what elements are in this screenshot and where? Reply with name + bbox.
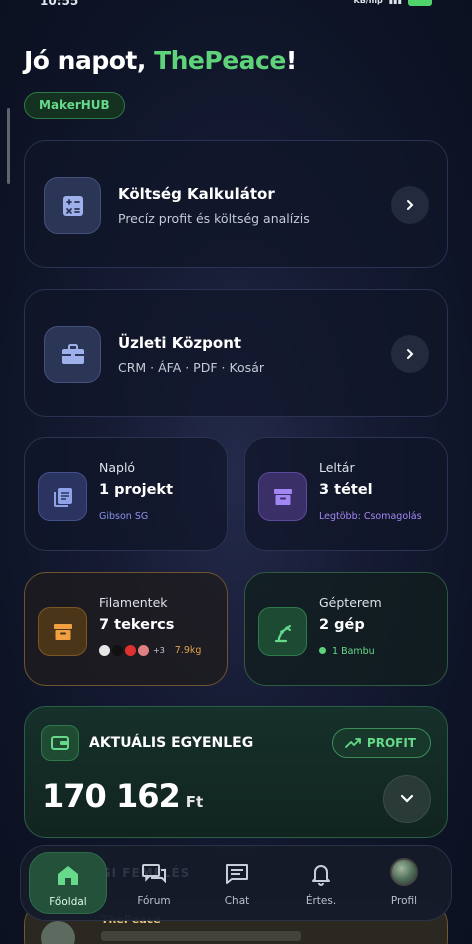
filament-color-swatches: +3 7.9kg bbox=[99, 645, 201, 656]
color-swatch bbox=[112, 645, 123, 656]
balance-amount: 170 162 Ft bbox=[42, 777, 203, 815]
amount-value: 170 162 bbox=[42, 777, 181, 815]
battery-icon bbox=[408, 0, 432, 6]
cost-calculator-card[interactable]: Költség Kalkulátor Precíz profit és költ… bbox=[24, 140, 448, 268]
status-icons: KB/mp ▮▮▮ bbox=[354, 0, 432, 6]
filament-weight: 7.9kg bbox=[174, 645, 202, 656]
archive-icon bbox=[38, 607, 87, 656]
card-meta: Gibson SG bbox=[99, 511, 149, 522]
nav-notifications[interactable]: Értes. bbox=[282, 852, 360, 914]
balance-title: AKTUÁLIS EGYENLEG bbox=[89, 735, 254, 751]
nav-label: Chat bbox=[224, 895, 250, 907]
machine-meta: 1 Bambu bbox=[332, 646, 375, 657]
card-value: 7 tekercs bbox=[99, 617, 175, 633]
card-label: Filamentek bbox=[99, 595, 168, 610]
avatar-icon bbox=[390, 858, 418, 886]
inventory-card[interactable]: Leltár 3 tétel Legtöbb: Csomagolás bbox=[244, 437, 448, 551]
scroll-indicator[interactable] bbox=[7, 108, 10, 184]
nav-forum[interactable]: Fórum bbox=[115, 852, 193, 914]
nav-icon-wrap bbox=[390, 852, 418, 886]
nav-label: Fórum bbox=[137, 895, 171, 907]
currency-label: Ft bbox=[185, 793, 204, 811]
chevron-right-icon[interactable] bbox=[391, 335, 429, 373]
more-count: +3 bbox=[153, 646, 165, 655]
archive-icon bbox=[258, 472, 307, 521]
post-text-placeholder bbox=[101, 931, 301, 941]
home-icon bbox=[55, 853, 81, 887]
page-title: Jó napot, ThePeace! bbox=[24, 46, 297, 75]
expand-button[interactable] bbox=[383, 775, 431, 823]
machine-room-card[interactable]: Gépterem 2 gép 1 Bambu bbox=[244, 572, 448, 686]
balance-card[interactable]: AKTUÁLIS EGYENLEG PROFIT 170 162 Ft bbox=[24, 706, 448, 838]
journal-icon bbox=[38, 472, 87, 521]
card-subtitle: CRM · ÁFA · PDF · Kosár bbox=[118, 360, 264, 375]
color-swatch bbox=[138, 645, 149, 656]
greeting-suffix: ! bbox=[285, 46, 297, 75]
nav-chat[interactable]: Chat bbox=[198, 852, 276, 914]
card-title: Költség Kalkulátor bbox=[118, 185, 275, 203]
business-center-card[interactable]: Üzleti Központ CRM · ÁFA · PDF · Kosár bbox=[24, 289, 448, 417]
forum-icon bbox=[141, 852, 167, 886]
nav-label: Profil bbox=[390, 895, 418, 907]
status-dot bbox=[319, 647, 326, 654]
card-value: 3 tétel bbox=[319, 482, 373, 498]
nav-label: Főoldal bbox=[49, 896, 87, 908]
color-swatch bbox=[125, 645, 136, 656]
card-label: Gépterem bbox=[319, 595, 382, 610]
nav-profile[interactable]: Profil bbox=[365, 852, 443, 914]
card-subtitle: Precíz profit és költség analízis bbox=[118, 211, 310, 226]
card-value: 2 gép bbox=[319, 617, 365, 633]
status-bar: 10:55 KB/mp ▮▮▮ bbox=[0, 0, 472, 12]
card-value: 1 projekt bbox=[99, 482, 174, 498]
chevron-right-icon[interactable] bbox=[391, 186, 429, 224]
greeting-prefix: Jó napot, bbox=[24, 46, 155, 75]
filaments-card[interactable]: Filamentek 7 tekercs +3 7.9kg bbox=[24, 572, 228, 686]
chevron-down-icon bbox=[400, 794, 414, 803]
trending-up-icon bbox=[345, 738, 361, 748]
avatar bbox=[41, 921, 75, 944]
wallet-icon bbox=[41, 725, 79, 761]
calculator-icon bbox=[44, 177, 101, 234]
bell-icon bbox=[310, 852, 332, 886]
profit-button[interactable]: PROFIT bbox=[331, 728, 431, 758]
card-meta: Legtöbb: Csomagolás bbox=[319, 511, 422, 522]
robot-arm-icon bbox=[258, 607, 307, 656]
profit-label: PROFIT bbox=[366, 736, 416, 750]
maker-hub-badge[interactable]: MakerHUB bbox=[24, 92, 125, 119]
card-label: Leltár bbox=[319, 460, 355, 475]
nav-label: Értes. bbox=[305, 895, 337, 907]
bottom-nav: KÖZÖSSÉGI FEMELÉS Főoldal Fórum Chat Ért… bbox=[20, 845, 452, 921]
card-meta: 1 Bambu bbox=[319, 646, 375, 657]
card-title: Üzleti Központ bbox=[118, 334, 242, 352]
user-name: ThePeace bbox=[154, 46, 286, 75]
color-swatch bbox=[99, 645, 110, 656]
status-time: 10:55 bbox=[40, 0, 79, 8]
chat-icon bbox=[224, 852, 250, 886]
journal-card[interactable]: Napló 1 projekt Gibson SG bbox=[24, 437, 228, 551]
card-label: Napló bbox=[99, 460, 136, 475]
nav-home[interactable]: Főoldal bbox=[29, 852, 107, 914]
briefcase-icon bbox=[44, 326, 101, 383]
